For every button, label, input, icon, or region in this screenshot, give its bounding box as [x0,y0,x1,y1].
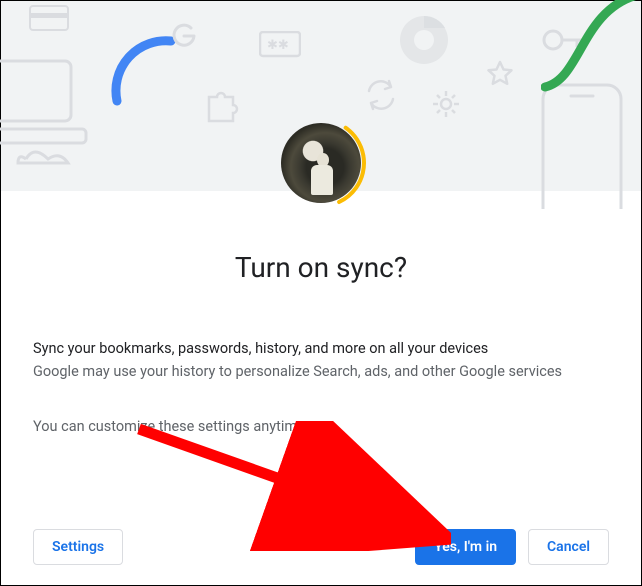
sync-description-primary: Sync your bookmarks, passwords, history,… [33,340,609,357]
green-curve-icon [541,0,642,111]
puzzle-icon [201,83,243,125]
confirm-button[interactable]: Yes, I'm in [415,529,516,565]
bookmark-star-icon [485,59,515,89]
dialog-title: Turn on sync? [33,251,609,284]
hero-illustration: ✱✱ [1,1,641,191]
card-icon [29,5,69,33]
customize-note: You can customize these settings anytime [33,418,609,435]
password-icon: ✱✱ [259,31,301,59]
cancel-button[interactable]: Cancel [528,529,609,565]
dialog-content: Turn on sync? Sync your bookmarks, passw… [1,191,641,435]
dialog-footer: Settings Yes, I'm in Cancel [1,529,641,565]
svg-text:✱✱: ✱✱ [267,38,289,53]
laptop-outline-icon [0,51,101,171]
settings-button[interactable]: Settings [33,529,123,565]
sync-icon [363,77,399,113]
google-g-icon [169,21,199,51]
avatar-image [281,123,361,203]
gear-icon [431,89,461,119]
chrome-logo-icon [397,13,451,67]
sync-description-secondary: Google may use your history to personali… [33,361,609,382]
profile-avatar [275,117,367,209]
